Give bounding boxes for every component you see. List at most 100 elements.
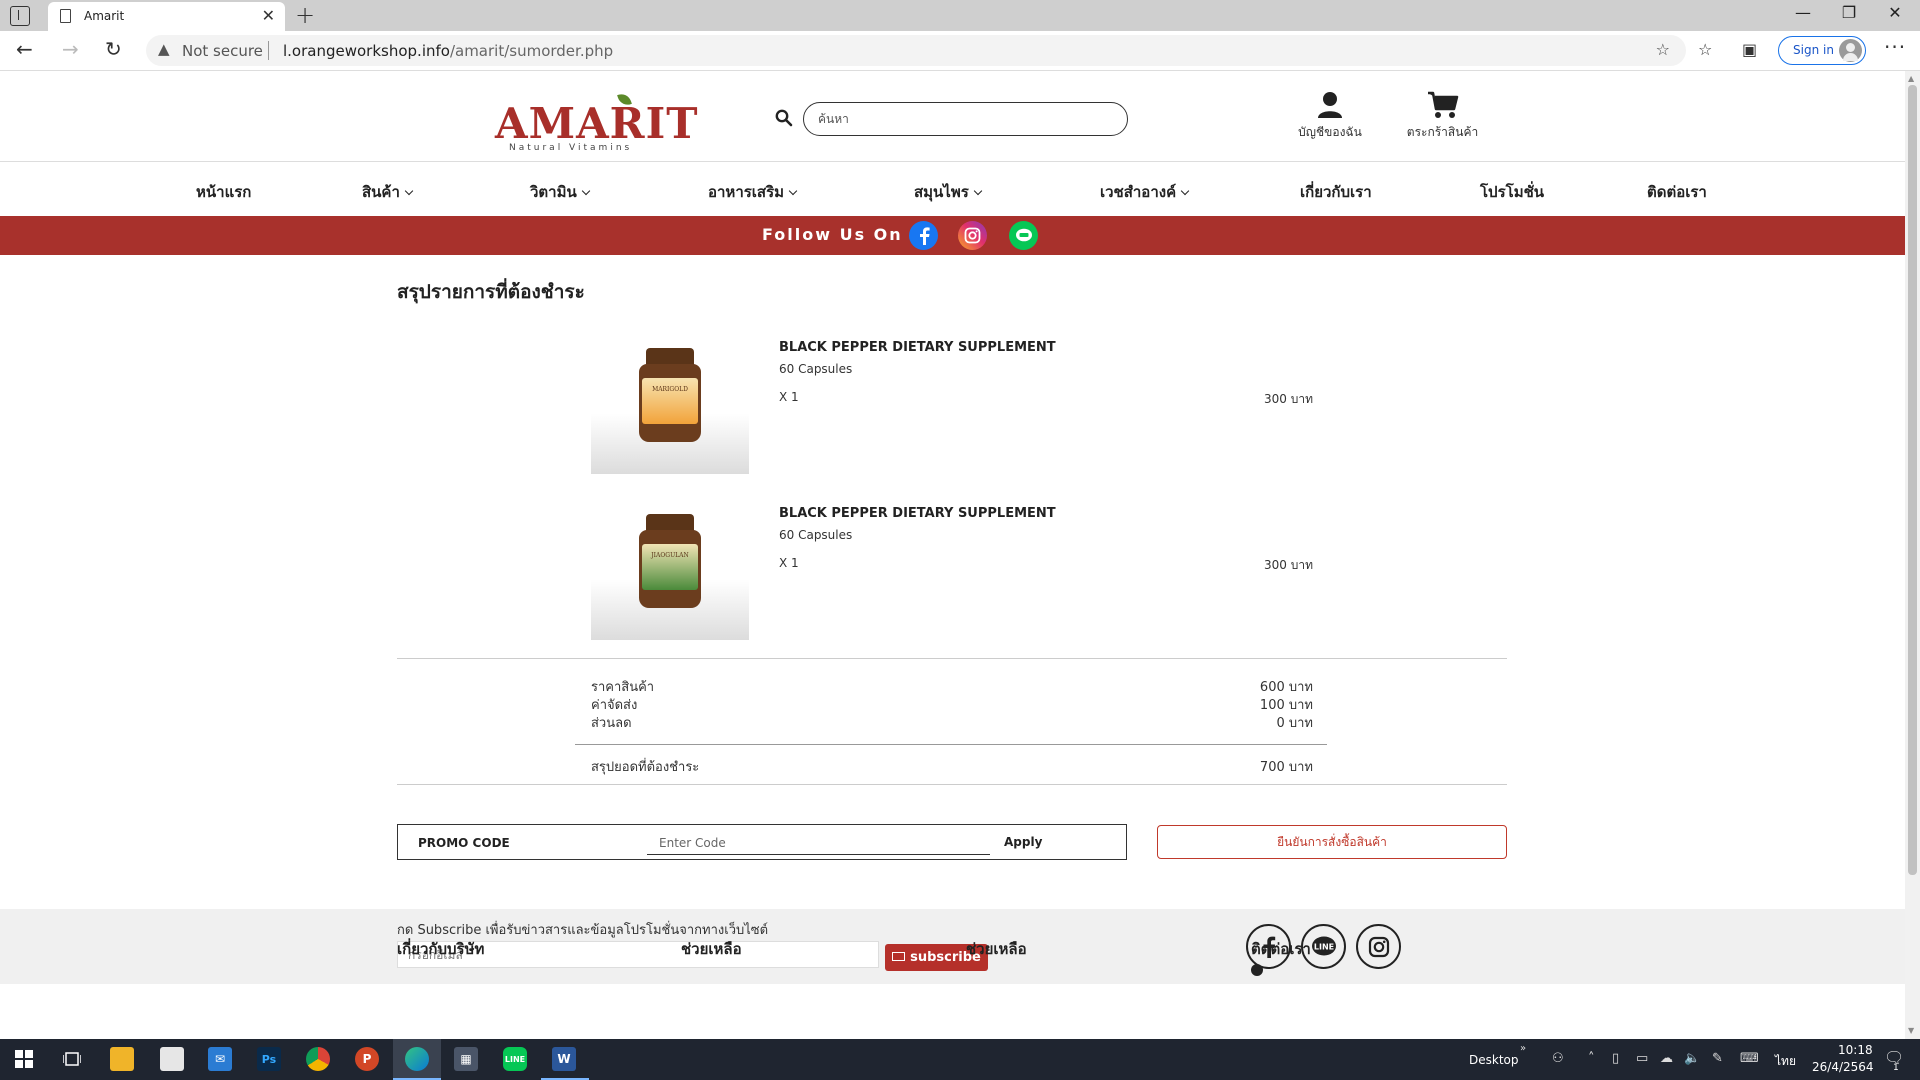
search-input[interactable] bbox=[803, 102, 1128, 136]
cart-icon bbox=[1427, 91, 1458, 118]
url-text[interactable]: l.orangeworkshop.info/amarit/sumorder.ph… bbox=[283, 42, 613, 60]
favorites-icon[interactable]: ☆ bbox=[1698, 40, 1712, 59]
instagram-icon[interactable] bbox=[1356, 924, 1401, 969]
nav-vitamins[interactable]: วิตามิน bbox=[530, 180, 590, 204]
promo-code-input[interactable] bbox=[647, 831, 990, 855]
footer-col-help: ช่วยเหลือ bbox=[681, 940, 742, 958]
chrome-icon[interactable] bbox=[306, 1047, 330, 1071]
line-app-icon[interactable]: LINE bbox=[503, 1047, 527, 1071]
volume-icon[interactable]: 🔈 bbox=[1684, 1051, 1700, 1066]
account-link[interactable]: บัญชีของฉัน bbox=[1290, 91, 1370, 151]
nav-supplements[interactable]: อาหารเสริม bbox=[708, 180, 798, 204]
nav-promotion[interactable]: โปรโมชั่น bbox=[1480, 180, 1544, 204]
footer-col-company: เกี่ยวกับบริษัท bbox=[397, 940, 485, 958]
nav-herbs[interactable]: สมุนไพร bbox=[914, 180, 983, 204]
tray-expand-icon[interactable]: ˄ bbox=[1588, 1051, 1595, 1066]
maximize-icon[interactable]: ❐ bbox=[1826, 3, 1872, 22]
clock-date[interactable]: 26/4/2564 bbox=[1812, 1060, 1874, 1074]
page-scrollbar[interactable]: ▲ ▼ bbox=[1905, 71, 1920, 1039]
nav-about[interactable]: เกี่ยวกับเรา bbox=[1300, 180, 1372, 204]
store-icon[interactable] bbox=[160, 1047, 184, 1071]
window-close-icon[interactable]: ✕ bbox=[1872, 3, 1918, 22]
url-path: /amarit/sumorder.php bbox=[449, 42, 614, 60]
promo-code-label: PROMO CODE bbox=[418, 836, 510, 850]
add-favorite-icon[interactable]: ☆ bbox=[1656, 40, 1670, 59]
security-label[interactable]: Not secure bbox=[182, 42, 263, 60]
toolbar-expand-icon[interactable]: » bbox=[1520, 1043, 1526, 1054]
divider bbox=[575, 744, 1327, 745]
close-icon[interactable]: ✕ bbox=[262, 6, 275, 25]
site-logo[interactable]: AMARIT Natural Vitamins bbox=[495, 91, 697, 153]
product-image[interactable]: MARIGOLD bbox=[591, 340, 749, 474]
tab-actions-icon[interactable] bbox=[10, 6, 30, 26]
scroll-down-icon[interactable]: ▼ bbox=[1908, 1026, 1914, 1035]
warning-icon[interactable]: ▲ bbox=[158, 40, 170, 58]
nav-contact[interactable]: ติดต่อเรา bbox=[1647, 180, 1707, 204]
powerpoint-icon[interactable]: P bbox=[355, 1047, 379, 1071]
scroll-thumb[interactable] bbox=[1908, 85, 1917, 875]
product-variant: 60 Capsules bbox=[779, 362, 853, 376]
keyboard-icon[interactable]: ⌨ bbox=[1740, 1051, 1759, 1066]
input-language[interactable]: ไทย bbox=[1775, 1052, 1796, 1071]
mail-icon[interactable]: ✉ bbox=[208, 1047, 232, 1071]
cart-label: ตระกร้าสินค้า bbox=[1406, 125, 1479, 139]
product-price: 300 บาท bbox=[1264, 558, 1313, 572]
apply-button[interactable]: Apply bbox=[1004, 835, 1042, 849]
product-quantity: X 1 bbox=[779, 390, 799, 404]
desktop-toolbar-label[interactable]: Desktop bbox=[1469, 1053, 1519, 1067]
windows-start-icon[interactable] bbox=[12, 1047, 36, 1071]
minimize-icon[interactable]: — bbox=[1780, 3, 1826, 22]
nav-home[interactable]: หน้าแรก bbox=[196, 180, 251, 204]
product-variant: 60 Capsules bbox=[779, 528, 853, 542]
browser-tab[interactable]: Amarit ✕ bbox=[48, 2, 285, 31]
page-title: สรุปรายการที่ต้องชำระ bbox=[397, 281, 585, 303]
envelope-icon bbox=[892, 952, 906, 961]
product-price: 300 บาท bbox=[1264, 392, 1313, 406]
clock-time[interactable]: 10:18 bbox=[1838, 1043, 1873, 1057]
search-icon[interactable] bbox=[775, 109, 793, 127]
more-options-icon[interactable]: ··· bbox=[1884, 35, 1906, 59]
nav-cosmetics[interactable]: เวชสำอางค์ bbox=[1100, 180, 1190, 204]
onedrive-icon[interactable]: ☁ bbox=[1660, 1051, 1673, 1066]
follow-us-bar: Follow Us On : bbox=[0, 216, 1905, 255]
chevron-down-icon bbox=[788, 186, 798, 196]
edge-icon[interactable] bbox=[405, 1047, 429, 1071]
new-tab-icon[interactable]: + bbox=[295, 1, 315, 29]
nav-vitamins-label: วิตามิน bbox=[530, 183, 577, 201]
instagram-icon[interactable] bbox=[958, 221, 987, 250]
network-icon[interactable]: ▭ bbox=[1636, 1051, 1648, 1066]
confirm-order-button[interactable]: ยืนยันการสั่งซื้อสินค้า bbox=[1157, 825, 1507, 859]
follow-us-label: Follow Us On : bbox=[762, 225, 919, 244]
line-icon[interactable] bbox=[1009, 221, 1038, 250]
task-view-icon[interactable] bbox=[60, 1047, 84, 1071]
bottle-label-text: MARIGOLD bbox=[652, 386, 688, 393]
windows-taskbar: ✉ Ps P ▦ LINE W Desktop » ⚇ ˄ ▯ ▭ ☁ 🔈 ✎ … bbox=[0, 1039, 1920, 1080]
product-image[interactable]: JIAOGULAN bbox=[591, 506, 749, 640]
forward-icon: → bbox=[62, 37, 79, 61]
scroll-up-icon[interactable]: ▲ bbox=[1908, 74, 1914, 83]
bottle-graphic: JIAOGULAN bbox=[639, 514, 701, 609]
browser-tab-strip: Amarit ✕ + — ❐ ✕ bbox=[0, 0, 1920, 31]
calculator-icon[interactable]: ▦ bbox=[454, 1047, 478, 1071]
sign-in-button[interactable]: Sign in bbox=[1778, 36, 1866, 65]
header-divider bbox=[0, 161, 1905, 162]
tray-app-icon[interactable]: ▯ bbox=[1612, 1051, 1619, 1066]
logo-wordmark: AMARIT bbox=[495, 99, 699, 148]
collections-icon[interactable]: ▣ bbox=[1742, 40, 1757, 59]
total-value: 700 บาท bbox=[1259, 760, 1313, 775]
photoshop-icon[interactable]: Ps bbox=[257, 1047, 281, 1071]
refresh-icon[interactable]: ↻ bbox=[105, 37, 122, 61]
pen-icon[interactable]: ✎ bbox=[1712, 1051, 1723, 1066]
account-label: บัญชีของฉัน bbox=[1298, 125, 1362, 139]
word-icon[interactable]: W bbox=[552, 1047, 576, 1071]
file-explorer-icon[interactable] bbox=[110, 1047, 134, 1071]
back-icon[interactable]: ← bbox=[16, 37, 33, 61]
nav-products[interactable]: สินค้า bbox=[362, 180, 414, 204]
people-icon[interactable]: ⚇ bbox=[1552, 1051, 1564, 1066]
facebook-icon[interactable] bbox=[909, 221, 938, 250]
divider bbox=[397, 658, 1507, 659]
notification-count: 1 bbox=[1893, 1063, 1899, 1073]
footer-col-help-2: ช่วยเหลือ bbox=[966, 940, 1027, 958]
url-field[interactable]: ▲ Not secure l.orangeworkshop.info/amari… bbox=[146, 35, 1686, 66]
cart-link[interactable]: ตระกร้าสินค้า bbox=[1400, 91, 1485, 151]
